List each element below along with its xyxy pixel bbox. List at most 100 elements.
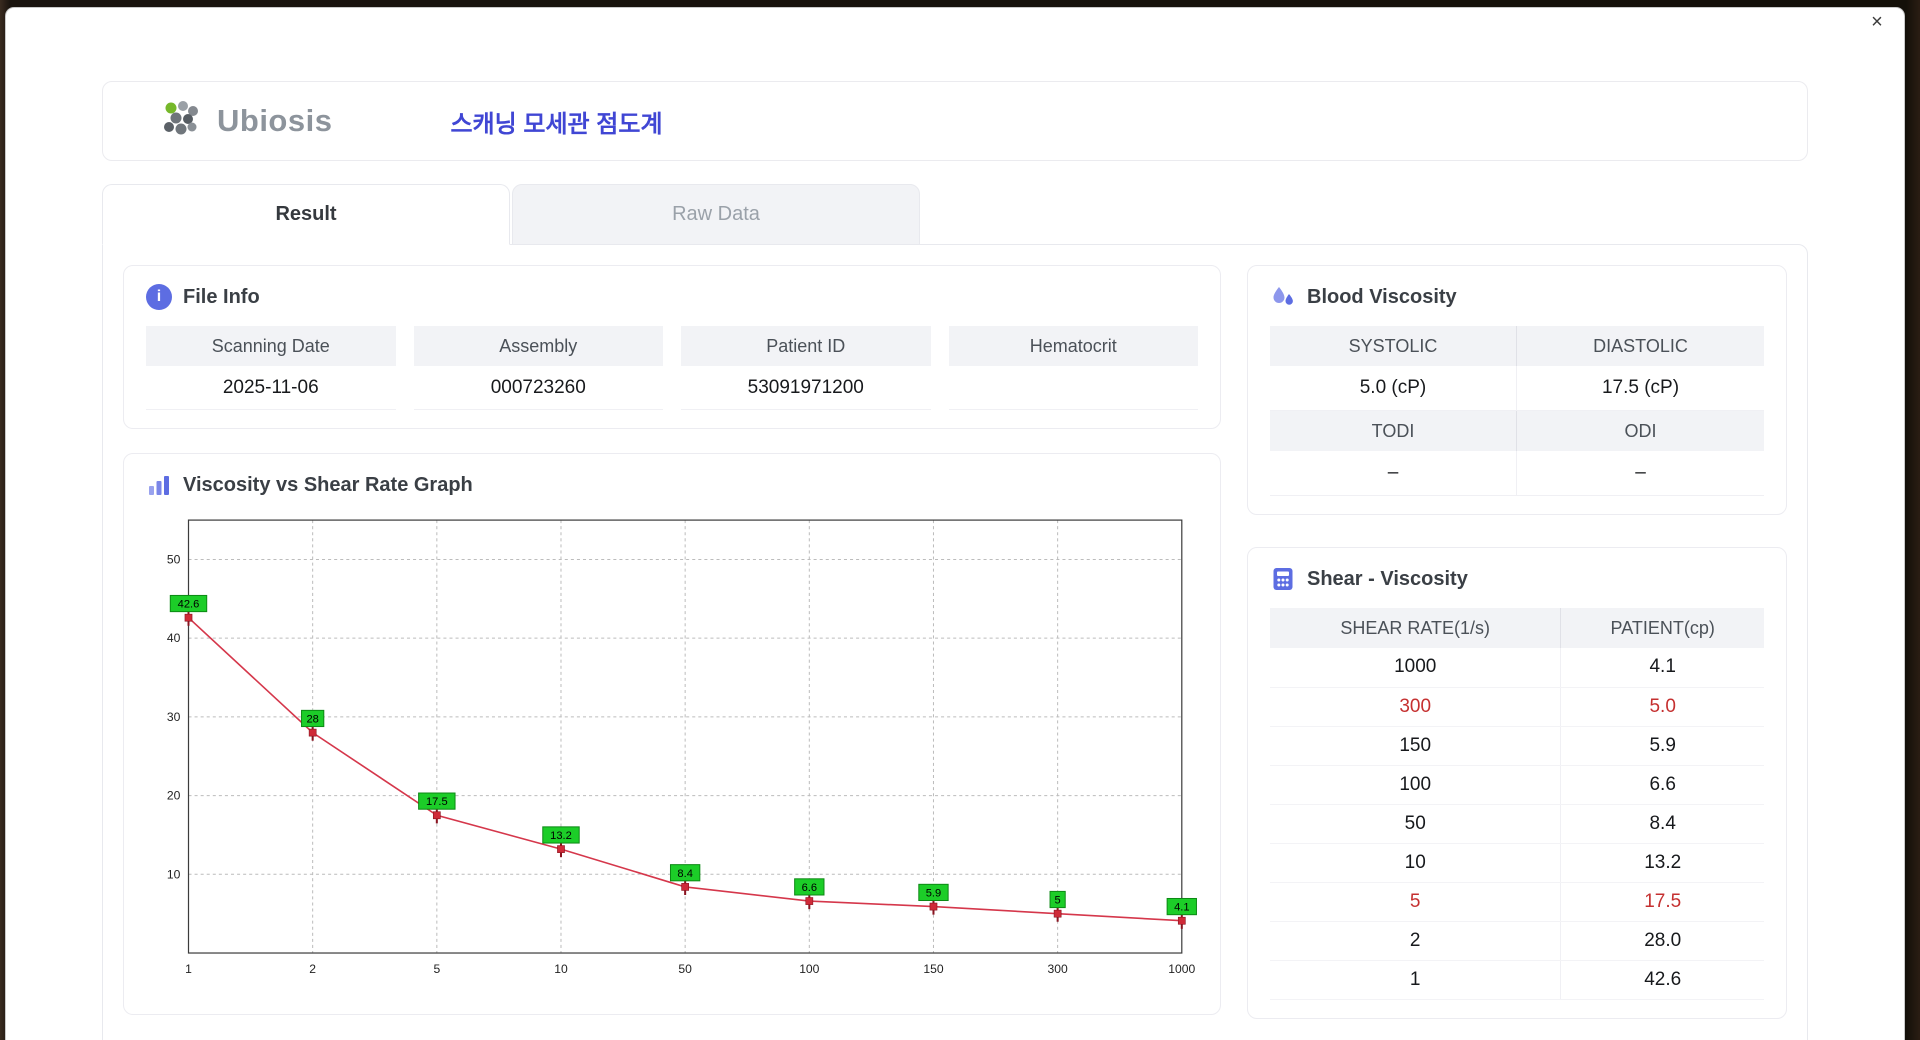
svg-text:1000: 1000 bbox=[1168, 962, 1195, 976]
column-header-patient: PATIENT(cp) bbox=[1560, 608, 1764, 648]
cell-shear-rate: 5 bbox=[1270, 882, 1562, 922]
svg-text:50: 50 bbox=[167, 552, 181, 566]
viscosity-chart-area: 10 20 30 40 50 1 2 5 10 50 100 150 300 1000 42.6 28 17.5… bbox=[146, 512, 1198, 996]
graph-title: Viscosity vs Shear Rate Graph bbox=[183, 473, 473, 496]
cell-patient: 42.6 bbox=[1560, 960, 1764, 1000]
table-row: 10 13.2 bbox=[1270, 843, 1764, 883]
table-row: 5 17.5 bbox=[1270, 882, 1764, 922]
blood-viscosity-cell: TODI bbox=[1270, 411, 1517, 451]
field-label: Assembly bbox=[413, 326, 663, 366]
tab-raw-data[interactable]: Raw Data bbox=[512, 184, 920, 245]
bar-chart-icon bbox=[149, 476, 169, 495]
cell-shear-rate: 10 bbox=[1270, 843, 1562, 883]
shear-viscosity-title: Shear - Viscosity bbox=[1307, 567, 1468, 590]
graph-header: Viscosity vs Shear Rate Graph bbox=[146, 472, 1198, 498]
page-title: 스캐닝 모세관 점도계 bbox=[450, 110, 663, 138]
table-row: 300 5.0 bbox=[1270, 687, 1764, 727]
svg-text:40: 40 bbox=[167, 631, 181, 645]
close-icon[interactable]: × bbox=[1864, 9, 1890, 35]
file-info-field: Hematocrit bbox=[948, 326, 1198, 410]
app-header: Ubiosis 스캐닝 모세관 점도계 bbox=[102, 81, 1808, 161]
app-window: × Ubiosis 스캐닝 모세관 점도계 Result Raw Data i … bbox=[6, 8, 1904, 1040]
cell-patient: 5.9 bbox=[1560, 726, 1764, 766]
svg-text:300: 300 bbox=[1048, 962, 1068, 976]
desktop-background: × Ubiosis 스캐닝 모세관 점도계 Result Raw Data i … bbox=[0, 0, 1920, 1040]
cell-patient: 8.4 bbox=[1560, 804, 1764, 844]
calculator-icon bbox=[1273, 568, 1293, 590]
file-info-field: Patient ID 53091971200 bbox=[681, 326, 931, 410]
svg-text:10: 10 bbox=[554, 962, 568, 976]
file-info-field: Scanning Date 2025-11-06 bbox=[146, 326, 396, 410]
svg-text:30: 30 bbox=[167, 710, 181, 724]
cell-shear-rate: 1 bbox=[1270, 960, 1562, 1000]
logo-grape-icon bbox=[164, 101, 198, 135]
file-info-header: i File Info bbox=[146, 284, 1198, 310]
cell-patient: 4.1 bbox=[1560, 648, 1764, 688]
svg-text:8.4: 8.4 bbox=[677, 868, 692, 880]
svg-text:4.1: 4.1 bbox=[1174, 902, 1189, 914]
field-value: 000723260 bbox=[413, 366, 663, 410]
svg-text:150: 150 bbox=[923, 962, 943, 976]
svg-text:13.2: 13.2 bbox=[550, 830, 572, 842]
svg-text:100: 100 bbox=[799, 962, 819, 976]
table-row: 1 42.6 bbox=[1270, 960, 1764, 1000]
blood-viscosity-header: Blood Viscosity bbox=[1270, 284, 1764, 310]
cell-patient: 17.5 bbox=[1560, 882, 1764, 922]
shear-viscosity-table: SHEAR RATE(1/s) PATIENT(cp) 1000 4.1 300 5.… bbox=[1270, 608, 1764, 1000]
blood-viscosity-cell: – bbox=[1517, 451, 1764, 496]
cell-patient: 6.6 bbox=[1560, 765, 1764, 805]
field-value bbox=[948, 366, 1198, 410]
svg-text:20: 20 bbox=[167, 789, 181, 803]
svg-text:5.9: 5.9 bbox=[926, 887, 941, 899]
file-info-fields: Scanning Date 2025-11-06 Assembly 000723260… bbox=[146, 326, 1198, 410]
shear-viscosity-card: Shear - Viscosity SHEAR RATE(1/s) PATIEN… bbox=[1247, 547, 1787, 1019]
svg-text:50: 50 bbox=[678, 962, 692, 976]
blood-viscosity-cell: SYSTOLIC bbox=[1270, 326, 1517, 366]
blood-viscosity-card: Blood Viscosity SYSTOLIC DIASTOLIC 5.0 (cP… bbox=[1247, 265, 1787, 515]
cell-shear-rate: 50 bbox=[1270, 804, 1562, 844]
svg-text:10: 10 bbox=[167, 867, 181, 881]
table-row: 1000 4.1 bbox=[1270, 648, 1764, 688]
blood-viscosity-title: Blood Viscosity bbox=[1307, 285, 1457, 308]
graph-card: Viscosity vs Shear Rate Graph 10 20 30 40 50… bbox=[123, 453, 1221, 1015]
cell-patient: 28.0 bbox=[1560, 921, 1764, 961]
svg-text:2: 2 bbox=[309, 962, 316, 976]
table-row: 2 28.0 bbox=[1270, 921, 1764, 961]
field-value: 2025-11-06 bbox=[146, 366, 396, 410]
svg-text:42.6: 42.6 bbox=[178, 599, 200, 611]
field-value: 53091971200 bbox=[681, 366, 931, 410]
blood-viscosity-grid: SYSTOLIC DIASTOLIC 5.0 (cP) 17.5 (cP) TODI OD… bbox=[1270, 326, 1764, 496]
blood-viscosity-cell: 17.5 (cP) bbox=[1517, 366, 1764, 411]
table-row: 50 8.4 bbox=[1270, 804, 1764, 844]
column-header-shear-rate: SHEAR RATE(1/s) bbox=[1270, 608, 1562, 648]
svg-text:28: 28 bbox=[306, 714, 318, 726]
info-icon: i bbox=[146, 284, 172, 310]
blood-viscosity-cell: ODI bbox=[1517, 411, 1764, 451]
cell-shear-rate: 2 bbox=[1270, 921, 1562, 961]
file-info-card: i File Info Scanning Date 2025-11-06 Assem… bbox=[123, 265, 1221, 429]
file-info-field: Assembly 000723260 bbox=[413, 326, 663, 410]
field-label: Scanning Date bbox=[146, 326, 396, 366]
viscosity-chart: 10 20 30 40 50 1 2 5 10 50 100 150 300 1000 42.6 28 17.5… bbox=[167, 519, 1197, 976]
logo-text: Ubiosis bbox=[217, 103, 333, 138]
field-label: Hematocrit bbox=[948, 326, 1198, 366]
left-column: i File Info Scanning Date 2025-11-06 Assem… bbox=[123, 265, 1221, 1029]
content-panel: i File Info Scanning Date 2025-11-06 Assem… bbox=[102, 244, 1808, 1040]
svg-text:6.6: 6.6 bbox=[802, 882, 817, 894]
tab-result[interactable]: Result bbox=[102, 184, 510, 245]
svg-text:5: 5 bbox=[1055, 895, 1061, 907]
cell-shear-rate: 1000 bbox=[1270, 648, 1562, 688]
cell-patient: 5.0 bbox=[1560, 687, 1764, 727]
cell-shear-rate: 150 bbox=[1270, 726, 1562, 766]
svg-text:17.5: 17.5 bbox=[426, 796, 448, 808]
tab-bar: Result Raw Data bbox=[102, 184, 920, 245]
table-row: 100 6.6 bbox=[1270, 765, 1764, 805]
shear-viscosity-header: Shear - Viscosity bbox=[1270, 566, 1764, 592]
cell-patient: 13.2 bbox=[1560, 843, 1764, 883]
cell-shear-rate: 300 bbox=[1270, 687, 1562, 727]
blood-viscosity-cell: 5.0 (cP) bbox=[1270, 366, 1517, 411]
blood-viscosity-cell: DIASTOLIC bbox=[1517, 326, 1764, 366]
ubiosis-logo: Ubiosis bbox=[159, 100, 332, 142]
droplet-icon bbox=[1273, 287, 1293, 305]
svg-text:1: 1 bbox=[185, 962, 192, 976]
